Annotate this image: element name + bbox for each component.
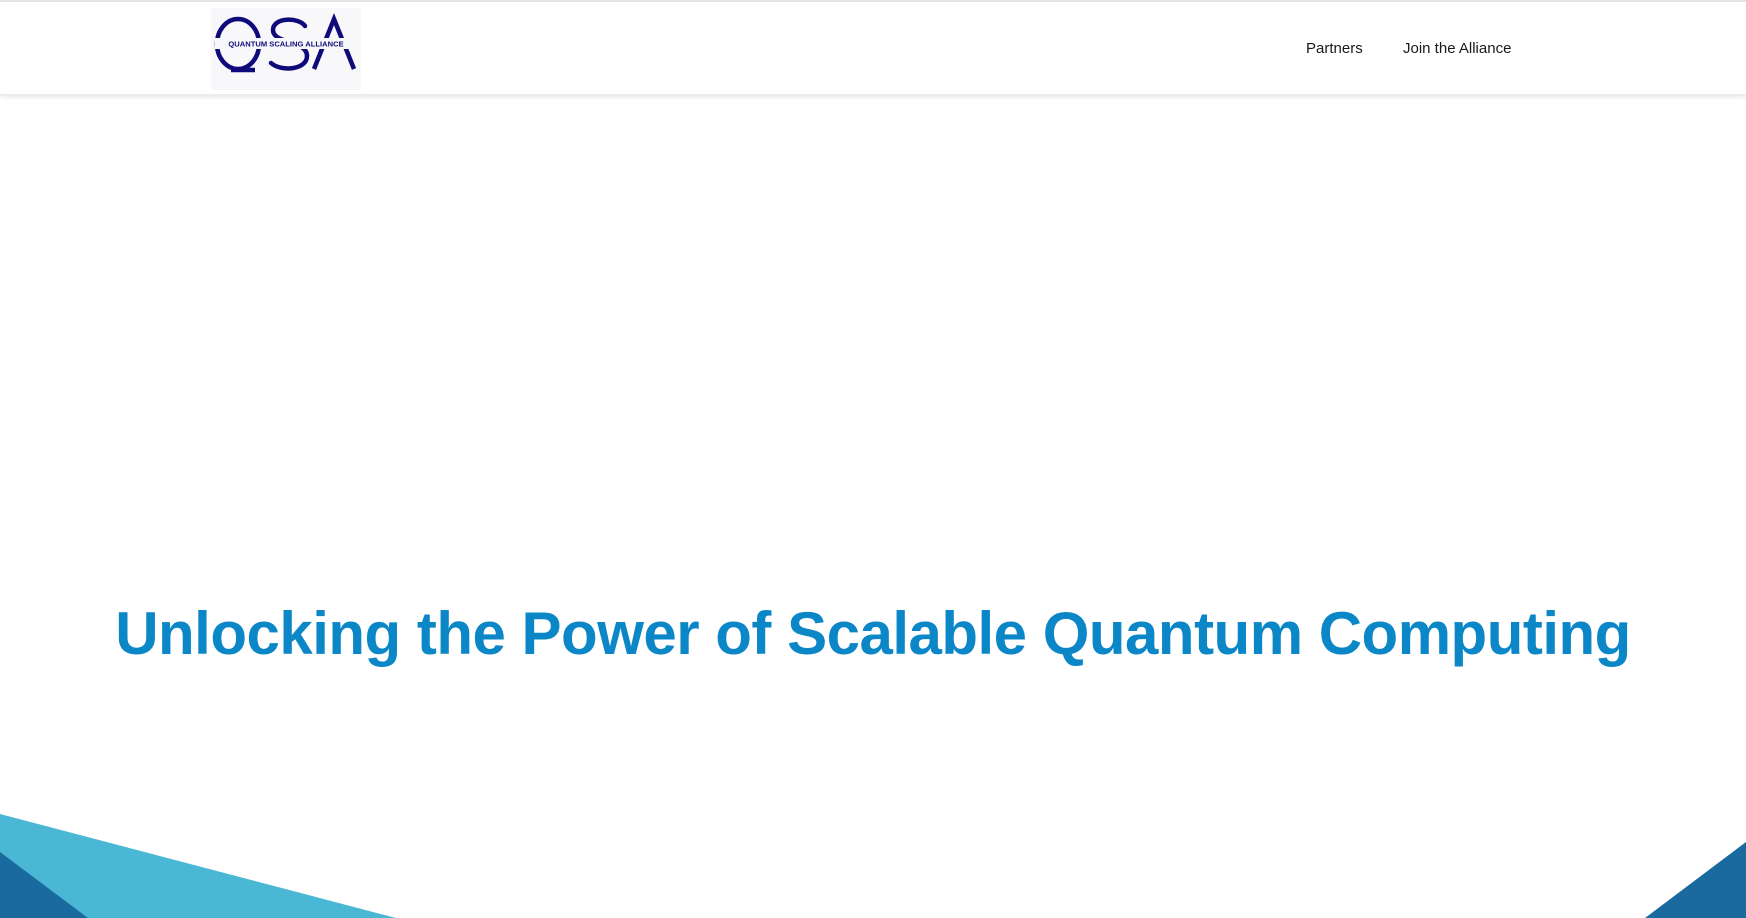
- qsa-logo-graphic: QUANTUM SCALING ALLIANCE: [214, 12, 357, 73]
- page: QUANTUM SCALING ALLIANCE Partners Join t…: [0, 0, 1746, 918]
- hero-title: Unlocking the Power of Scalable Quantum …: [115, 600, 1631, 667]
- logo-tagline: QUANTUM SCALING ALLIANCE: [228, 40, 343, 49]
- decor-dark-triangle-left: [0, 852, 88, 918]
- nav-link-partners[interactable]: Partners: [1306, 40, 1363, 57]
- decorative-shapes: [0, 814, 1746, 918]
- decor-light-triangle-left: [0, 814, 396, 918]
- site-header: QUANTUM SCALING ALLIANCE Partners Join t…: [0, 2, 1746, 95]
- nav-partners-wrap: Partners: [1306, 2, 1363, 94]
- qsa-logo[interactable]: QUANTUM SCALING ALLIANCE: [211, 8, 361, 90]
- nav-join-wrap: Join the Alliance: [1403, 2, 1511, 94]
- decor-dark-triangle-right: [1645, 842, 1746, 918]
- nav-link-join-the-alliance[interactable]: Join the Alliance: [1403, 40, 1511, 57]
